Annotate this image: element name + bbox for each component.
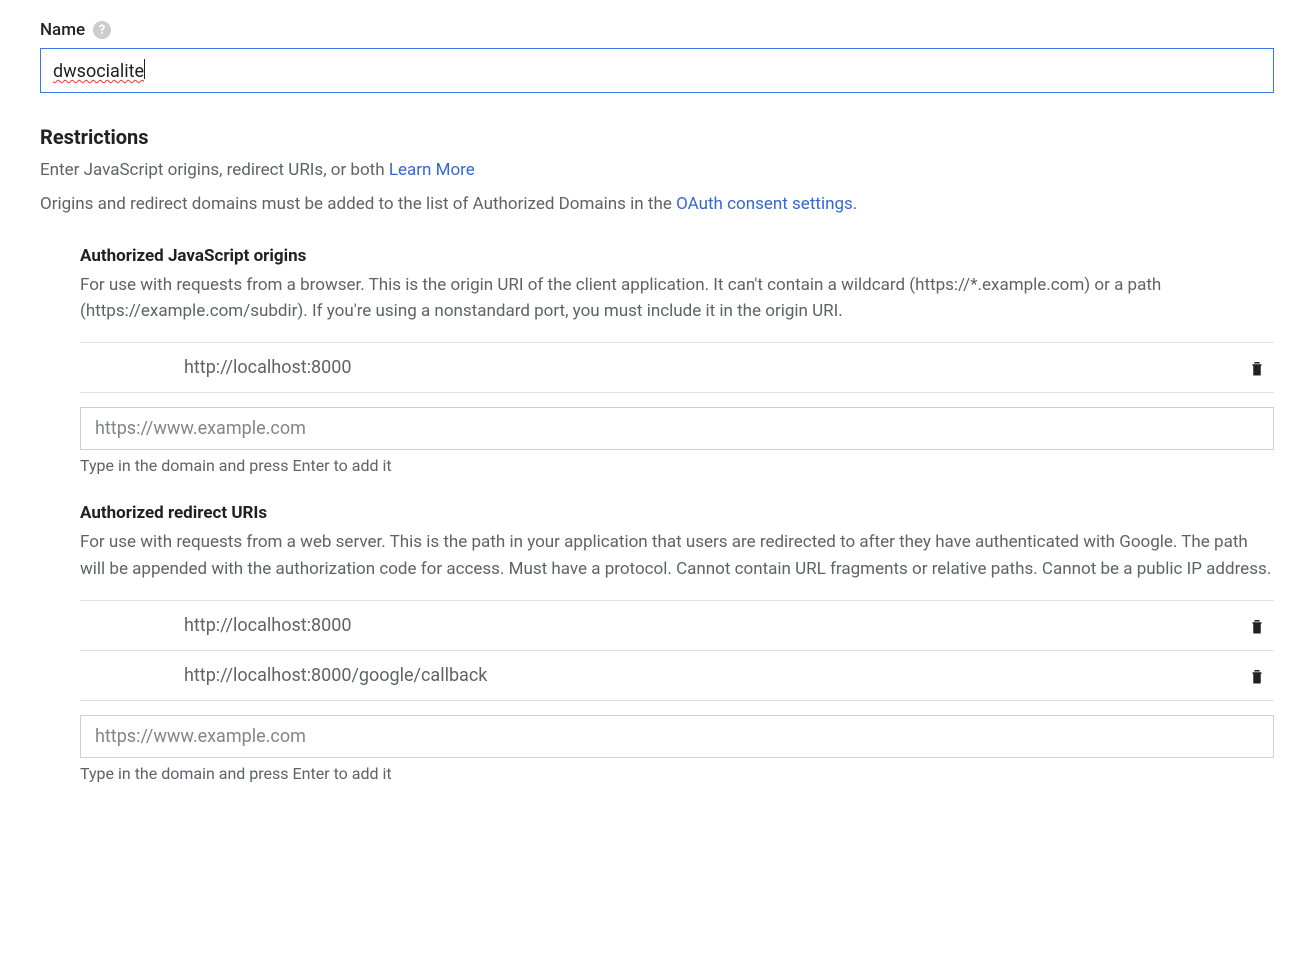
js-origins-title: Authorized JavaScript origins	[80, 246, 1274, 266]
name-input[interactable]: dwsocialite	[40, 48, 1274, 93]
list-item: http://localhost:8000	[80, 601, 1274, 651]
domains-note-text: Origins and redirect domains must be add…	[40, 194, 676, 214]
restrictions-desc-text: Enter JavaScript origins, redirect URIs,…	[40, 160, 389, 180]
learn-more-link[interactable]: Learn More	[389, 160, 475, 180]
redirect-uri-hint: Type in the domain and press Enter to ad…	[80, 764, 1274, 783]
js-origins-section: Authorized JavaScript origins For use wi…	[80, 246, 1274, 476]
js-origins-desc: For use with requests from a browser. Th…	[80, 272, 1274, 325]
oauth-consent-link[interactable]: OAuth consent settings	[676, 194, 853, 214]
trash-icon	[1248, 358, 1266, 378]
trash-icon	[1248, 616, 1266, 636]
domains-note-period: .	[853, 194, 857, 214]
redirect-uris-desc: For use with requests from a web server.…	[80, 529, 1274, 582]
redirect-value: http://localhost:8000	[184, 615, 1240, 636]
list-item: http://localhost:8000/google/callback	[80, 651, 1274, 701]
js-origins-list: http://localhost:8000	[80, 342, 1274, 393]
restrictions-desc: Enter JavaScript origins, redirect URIs,…	[40, 157, 1274, 183]
help-icon[interactable]: ?	[93, 21, 111, 39]
list-item: http://localhost:8000	[80, 343, 1274, 393]
text-caret	[144, 59, 145, 79]
redirect-uris-list: http://localhost:8000 http://localhost:8…	[80, 600, 1274, 701]
js-origin-hint: Type in the domain and press Enter to ad…	[80, 456, 1274, 475]
redirect-uris-section: Authorized redirect URIs For use with re…	[80, 503, 1274, 783]
redirect-value: http://localhost:8000/google/callback	[184, 665, 1240, 686]
name-label: Name	[40, 20, 85, 40]
delete-button[interactable]	[1240, 666, 1274, 686]
origin-value: http://localhost:8000	[184, 357, 1240, 378]
trash-icon	[1248, 666, 1266, 686]
redirect-uri-input[interactable]	[80, 715, 1274, 758]
delete-button[interactable]	[1240, 616, 1274, 636]
redirect-uris-title: Authorized redirect URIs	[80, 503, 1274, 523]
delete-button[interactable]	[1240, 358, 1274, 378]
domains-note: Origins and redirect domains must be add…	[40, 191, 1274, 217]
name-value: dwsocialite	[53, 61, 144, 82]
restrictions-title: Restrictions	[40, 125, 1274, 149]
js-origin-input[interactable]	[80, 407, 1274, 450]
